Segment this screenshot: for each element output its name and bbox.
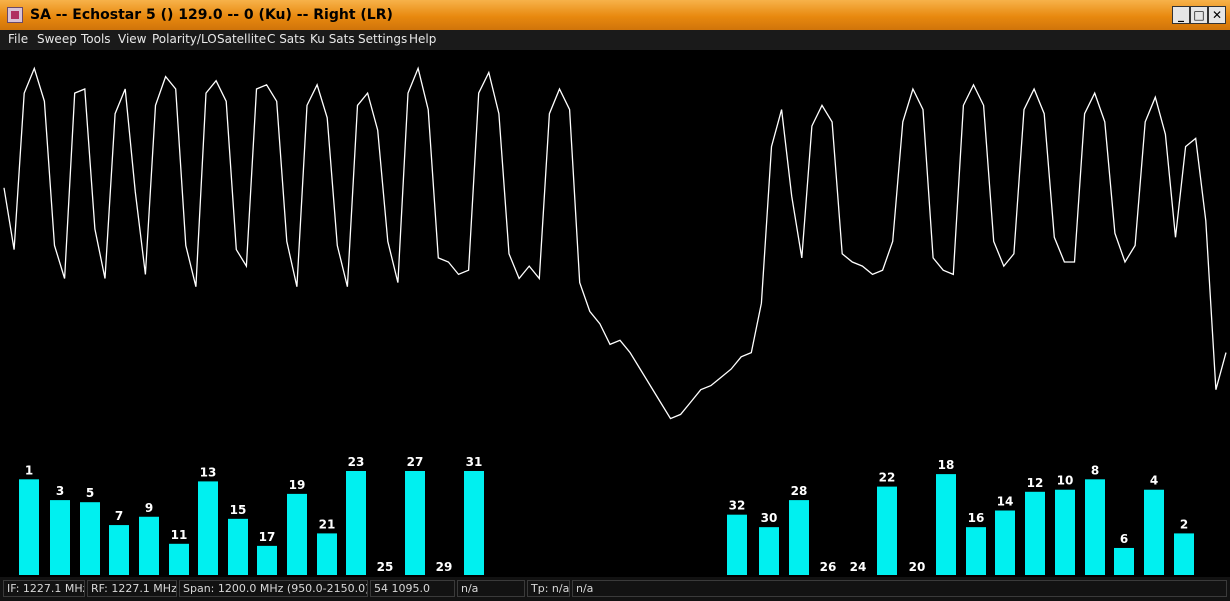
transponder-bar-17	[257, 545, 277, 575]
transponder-label-27: 27	[407, 455, 424, 469]
transponder-label-13: 13	[200, 465, 217, 479]
status-transponder: Tp: n/a	[527, 580, 570, 597]
transponder-bar-14	[995, 510, 1015, 575]
menu-polarity-lo[interactable]: Polarity/LO	[152, 32, 217, 46]
transponder-label-3: 3	[56, 484, 64, 498]
menu-settings[interactable]: Settings	[358, 32, 407, 46]
transponder-label-21: 21	[319, 517, 336, 531]
transponder-bar-23	[346, 471, 366, 575]
status-if: IF: 1227.1 MHz	[3, 580, 85, 597]
transponder-bars: 13 579111315171921232527293132302826 24222…	[19, 455, 1194, 575]
transponder-label-19: 19	[289, 478, 306, 492]
transponder-bar-22	[877, 486, 897, 575]
transponder-bar-28	[789, 500, 809, 575]
transponder-label-28: 28	[791, 484, 808, 498]
transponder-label-10: 10	[1057, 474, 1074, 488]
menu-help[interactable]: Help	[409, 32, 436, 46]
transponder-label-32: 32	[729, 499, 746, 513]
transponder-bar-18	[936, 474, 956, 575]
title-bar[interactable]: SA -- Echostar 5 () 129.0 -- 0 (Ku) -- R…	[0, 0, 1230, 31]
transponder-label-23: 23	[348, 455, 365, 469]
status-field-7: n/a	[572, 580, 1227, 597]
transponder-bar-31	[464, 471, 484, 575]
menu-satellite[interactable]: Satellite	[217, 32, 266, 46]
transponder-label-25: 25	[377, 560, 394, 574]
transponder-label-7: 7	[115, 509, 123, 523]
transponder-bar-4	[1144, 489, 1164, 575]
transponder-bar-9	[139, 516, 159, 575]
transponder-label-6: 6	[1120, 532, 1128, 546]
transponder-label-26: 26	[820, 560, 837, 574]
transponder-bar-12	[1025, 491, 1045, 575]
menu-file[interactable]: File	[8, 32, 28, 46]
menu-ku-sats[interactable]: Ku Sats	[310, 32, 355, 46]
transponder-label-31: 31	[466, 455, 483, 469]
spectrum-trace	[3, 66, 1227, 420]
menu-c-sats[interactable]: C Sats	[267, 32, 305, 46]
transponder-label-15: 15	[230, 503, 247, 517]
app-window: SA -- Echostar 5 () 129.0 -- 0 (Ku) -- R…	[0, 0, 1230, 601]
transponder-bar-7	[109, 525, 129, 575]
transponder-label-5: 5	[86, 486, 94, 500]
transponder-label-22: 22	[879, 471, 896, 485]
transponder-bar-11	[169, 543, 189, 575]
transponder-label-20: 20	[909, 560, 926, 574]
transponder-bar-5	[80, 502, 100, 575]
spectrum-chart: 13 579111315171921232527293132302826 24222…	[3, 66, 1227, 575]
transponder-label-17: 17	[259, 530, 276, 544]
transponder-label-1: 1	[25, 463, 33, 477]
close-button[interactable]: ✕	[1208, 6, 1226, 24]
transponder-bar-13	[198, 481, 218, 575]
menu-view[interactable]: View	[118, 32, 146, 46]
app-icon[interactable]	[7, 7, 23, 23]
transponder-label-16: 16	[968, 511, 985, 525]
spectrum-plot[interactable]: 1 3 5 7 9 11 13 15 17 19 21 23 25 27 29 31 32 30 28 26 24 22 2…	[0, 50, 1230, 577]
transponder-bar-8	[1085, 479, 1105, 575]
transponder-bar-3	[50, 500, 70, 575]
menu-tools[interactable]: Tools	[81, 32, 111, 46]
transponder-bar-21	[317, 533, 337, 575]
status-field-5: n/a	[457, 580, 525, 597]
transponder-bar-16	[966, 527, 986, 575]
menu-bar: File Sweep Tools View Polarity/LO Satell…	[0, 30, 1230, 50]
transponder-bar-32	[727, 514, 747, 575]
transponder-label-8: 8	[1091, 463, 1099, 477]
transponder-label-29: 29	[436, 560, 453, 574]
transponder-label-4: 4	[1150, 474, 1158, 488]
transponder-label-12: 12	[1027, 476, 1044, 490]
transponder-bar-30	[759, 527, 779, 575]
transponder-bar-1	[19, 479, 39, 575]
window-title: SA -- Echostar 5 () 129.0 -- 0 (Ku) -- R…	[30, 7, 393, 23]
transponder-label-30: 30	[761, 511, 778, 525]
transponder-label-9: 9	[145, 501, 153, 515]
maximize-button[interactable]: □	[1190, 6, 1208, 24]
transponder-bar-27	[405, 471, 425, 575]
transponder-bar-10	[1055, 489, 1075, 575]
transponder-label-24: 24	[850, 560, 867, 574]
menu-sweep[interactable]: Sweep	[37, 32, 77, 46]
transponder-bar-2	[1174, 533, 1194, 575]
transponder-bar-6	[1114, 547, 1134, 575]
transponder-label-11: 11	[171, 528, 188, 542]
transponder-bar-15	[228, 518, 248, 575]
status-rf: RF: 1227.1 MHz	[87, 580, 177, 597]
transponder-label-2: 2	[1180, 517, 1188, 531]
minimize-button[interactable]: _	[1172, 6, 1190, 24]
transponder-label-18: 18	[938, 458, 955, 472]
status-position: 54 1095.0	[370, 580, 455, 597]
status-bar: IF: 1227.1 MHz RF: 1227.1 MHz Span: 1200…	[0, 577, 1230, 601]
status-span: Span: 1200.0 MHz (950.0-2150.0)	[179, 580, 368, 597]
transponder-label-14: 14	[997, 495, 1014, 509]
transponder-bar-19	[287, 493, 307, 575]
